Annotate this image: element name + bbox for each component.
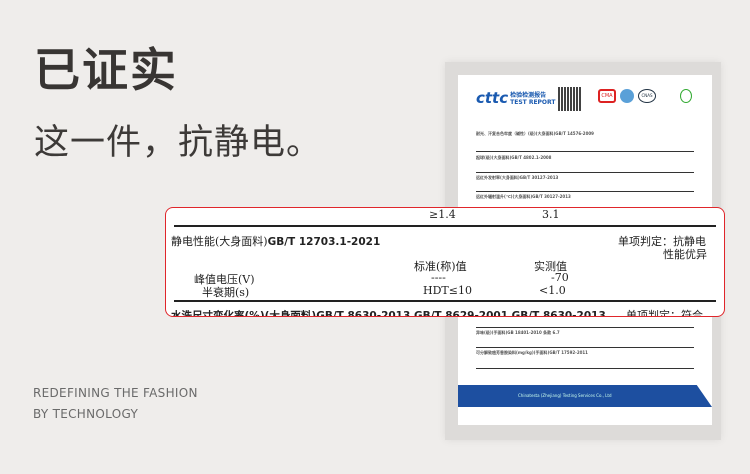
verdict-line-2: 性能优异 [663,248,707,261]
badge-icon [620,89,634,103]
row-measured: <1.0 [539,284,566,297]
cttc-logo: cttc 检验检测报告 TEST REPORT [476,89,556,107]
row-measured: -70 [551,271,569,284]
prev-standard-value: ≥1.4 [429,208,456,221]
report-row: 远红外辐射温升(℃)(大身面料)GB/T 30127-2013 [476,194,571,199]
report-row: 耐光、汗复合色牢度（碱性）(级)(大身面料)GB/T 14576-2009 [476,131,594,136]
row-standard: HDT≤10 [423,284,472,297]
section-title: 静电性能(大身面料)GB/T 12703.1-2021 [171,235,381,248]
report-row: 异味(级)(手面料)GB 18401-2010 条款 6.7 [476,330,560,335]
report-footer: Chinatesta (Zhejiang) Testing Services C… [458,385,712,407]
report-row: 起球(级)(大身面料)GB/T 4802.1-2008 [476,155,552,160]
subheadline: 这一件，抗静电。 [34,123,323,163]
ilac-icon [680,89,692,103]
next-section-title: 水洗尺寸变化率(%)(大身面料)GB/T 8630-2013 GB/T 8629… [171,310,606,317]
report-row: 可分解致癌芳香胺染料(mg/kg)(手面料)GB/T 17592-2011 [476,350,588,355]
prev-measured-value: 3.1 [542,208,560,221]
tagline-line-2: BY TECHNOLOGY [33,407,139,421]
highlighted-result-callout: ≥1.4 3.1 静电性能(大身面料)GB/T 12703.1-2021 单项判… [165,207,725,317]
headline: 已证实 [34,43,178,97]
qr-code-icon [558,87,582,111]
next-verdict: 单项判定：符合 [626,309,703,317]
row-label: 半衰期(s) [202,286,250,299]
cma-seal: CMA [598,89,616,103]
cnas-seal: CNAS [638,89,656,103]
report-row: 远红外发射率(大身面料)GB/T 30127-2013 [476,175,559,180]
tagline-line-1: REDEFINING THE FASHION [33,386,198,400]
row-standard: ---- [431,271,446,284]
